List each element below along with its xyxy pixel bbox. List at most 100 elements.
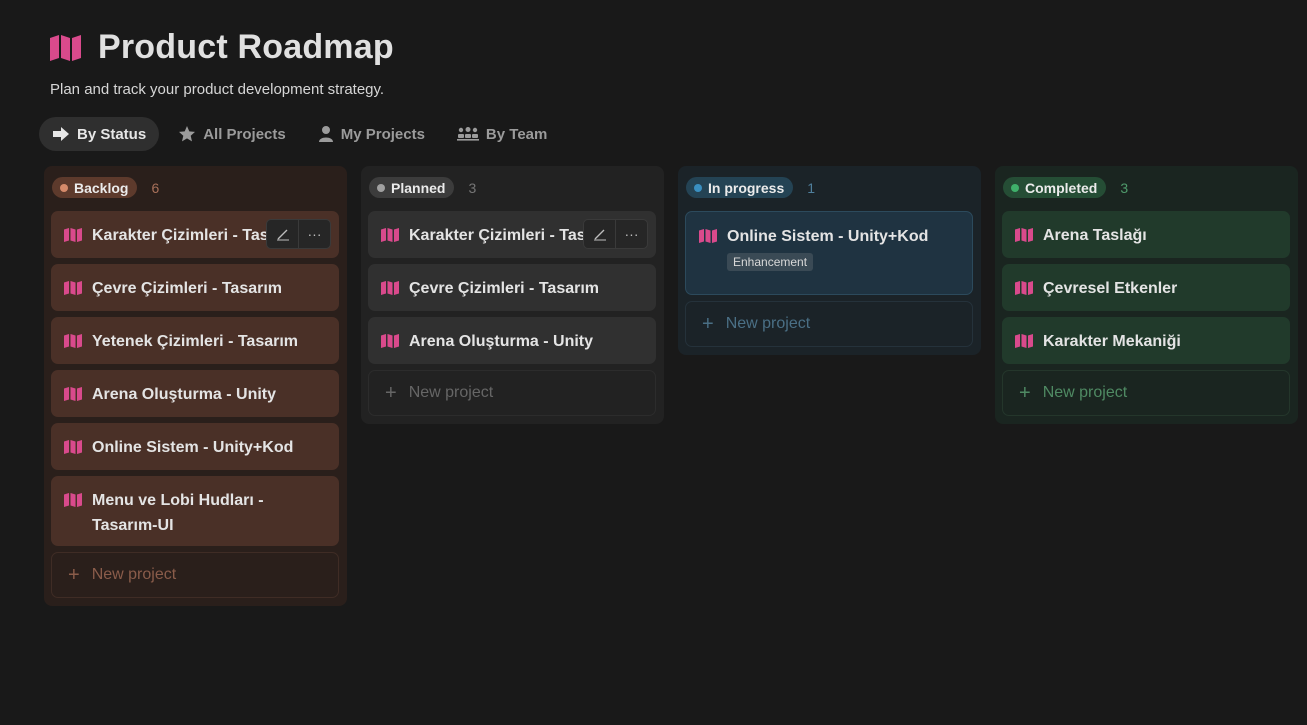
tab-by-team[interactable]: By Team [444, 117, 560, 151]
card-body: Çevre Çizimleri - Tasarım [409, 264, 599, 301]
plus-icon: + [702, 313, 714, 335]
tab-label: All Projects [203, 125, 286, 143]
column-count: 3 [1120, 179, 1129, 196]
project-card[interactable]: Karakter Çizimleri - Tasarım ··· [368, 211, 656, 258]
column-header: Planned 3 [369, 177, 476, 198]
project-card[interactable]: Çevre Çizimleri - Tasarım [51, 264, 339, 311]
column-count: 3 [468, 179, 477, 196]
new-project-button[interactable]: + New project [51, 552, 339, 598]
card-title: Çevre Çizimleri - Tasarım [92, 280, 283, 297]
new-project-label: New project [91, 566, 177, 583]
status-label: Completed [1025, 179, 1098, 196]
status-label: Planned [391, 179, 446, 196]
card-body: Online Sistem - Unity+Kod [92, 423, 293, 460]
card-body: Çevresel Etkenler [1043, 264, 1177, 301]
status-label: In progress [708, 179, 785, 196]
status-dot-icon [60, 183, 68, 192]
project-card[interactable]: Arena Oluşturma - Unity [368, 317, 656, 364]
project-card[interactable]: Arena Taslağı [1002, 211, 1290, 258]
more-icon[interactable]: ··· [298, 220, 330, 248]
map-icon [63, 280, 83, 301]
card-title: Arena Oluşturma - Unity [92, 386, 277, 403]
project-card[interactable]: Online Sistem - Unity+Kod Enhancement [685, 211, 973, 295]
map-icon [63, 386, 83, 407]
plus-icon: + [1019, 382, 1031, 404]
card-title: Arena Oluşturma - Unity [409, 333, 594, 350]
card-title: Karakter Mekaniği [1043, 333, 1181, 350]
card-title: Karakter Çizimleri - Tasarım [409, 227, 591, 244]
status-badge[interactable]: Planned [369, 177, 455, 198]
status-dot-icon [377, 183, 385, 192]
card-hover-actions: ··· [266, 219, 331, 249]
tab-label: By Team [485, 125, 548, 143]
card-body: Online Sistem - Unity+Kod Enhancement [727, 212, 928, 271]
map-icon [698, 228, 718, 249]
team-icon [456, 126, 479, 142]
map-icon [1014, 333, 1034, 354]
arrow-right-icon [52, 126, 70, 142]
plus-icon: + [385, 382, 397, 404]
map-icon [380, 280, 400, 301]
page-subtitle: Plan and track your product development … [50, 81, 385, 98]
card-title: Arena Taslağı [1043, 227, 1147, 244]
map-icon [63, 439, 83, 460]
project-card[interactable]: Yetenek Çizimleri - Tasarım [51, 317, 339, 364]
card-body: Karakter Çizimleri - Tasarım [92, 211, 274, 248]
project-card[interactable]: Karakter Mekaniği [1002, 317, 1290, 364]
more-icon[interactable]: ··· [615, 220, 647, 248]
pencil-icon[interactable] [584, 220, 615, 248]
new-project-button[interactable]: + New project [685, 301, 973, 347]
new-project-button[interactable]: + New project [368, 370, 656, 416]
map-icon [380, 333, 400, 354]
page-header: Product Roadmap Plan and track your prod… [48, 28, 394, 98]
card-hover-actions: ··· [583, 219, 648, 249]
column-backlog: Backlog 6 Karakter Çizimleri - Tasarım ··· Ç… [44, 166, 347, 606]
card-body: Arena Oluşturma - Unity [409, 317, 593, 354]
plus-icon: + [68, 564, 80, 586]
view-tabs: By Status All Projects My Projects By Te… [39, 117, 560, 151]
card-body: Çevre Çizimleri - Tasarım [92, 264, 282, 301]
status-badge[interactable]: In progress [686, 177, 794, 198]
column-count: 1 [807, 179, 816, 196]
map-icon [63, 227, 83, 248]
project-card[interactable]: Çevre Çizimleri - Tasarım [368, 264, 656, 311]
map-icon [1014, 227, 1034, 248]
tab-by-status[interactable]: By Status [39, 117, 160, 151]
card-body: Yetenek Çizimleri - Tasarım [92, 317, 298, 354]
new-project-label: New project [1042, 384, 1128, 401]
pencil-icon[interactable] [267, 220, 298, 248]
card-title: Menu ve Lobi Hudları - Tasarım-UI [92, 492, 264, 534]
column-count: 6 [151, 179, 160, 196]
card-body: Arena Taslağı [1043, 211, 1147, 248]
new-project-button[interactable]: + New project [1002, 370, 1290, 416]
map-icon [63, 492, 83, 513]
status-dot-icon [694, 183, 702, 192]
column-header: Backlog 6 [52, 177, 159, 198]
project-card[interactable]: Menu ve Lobi Hudları - Tasarım-UI [51, 476, 339, 546]
card-title: Yetenek Çizimleri - Tasarım [92, 333, 299, 350]
star-icon [178, 125, 196, 143]
project-card[interactable]: Online Sistem - Unity+Kod [51, 423, 339, 470]
new-project-label: New project [408, 384, 494, 401]
card-title: Karakter Çizimleri - Tasarım [92, 227, 274, 244]
tab-my-projects[interactable]: My Projects [305, 117, 438, 151]
card-body: Arena Oluşturma - Unity [92, 370, 276, 407]
map-icon [63, 333, 83, 354]
tab-label: My Projects [340, 125, 425, 143]
card-tag: Enhancement [727, 253, 814, 271]
status-badge[interactable]: Completed [1003, 177, 1107, 198]
map-icon [380, 227, 400, 248]
new-project-label: New project [725, 315, 811, 332]
card-title: Online Sistem - Unity+Kod [727, 228, 929, 245]
project-card[interactable]: Çevresel Etkenler [1002, 264, 1290, 311]
card-body: Karakter Çizimleri - Tasarım [409, 211, 591, 248]
tab-label: By Status [77, 125, 147, 143]
status-badge[interactable]: Backlog [52, 177, 138, 198]
project-card[interactable]: Karakter Çizimleri - Tasarım ··· [51, 211, 339, 258]
status-label: Backlog [74, 179, 129, 196]
tab-all-projects[interactable]: All Projects [165, 117, 299, 151]
map-icon [1014, 280, 1034, 301]
column-header: Completed 3 [1003, 177, 1128, 198]
map-icon [48, 34, 84, 62]
project-card[interactable]: Arena Oluşturma - Unity [51, 370, 339, 417]
